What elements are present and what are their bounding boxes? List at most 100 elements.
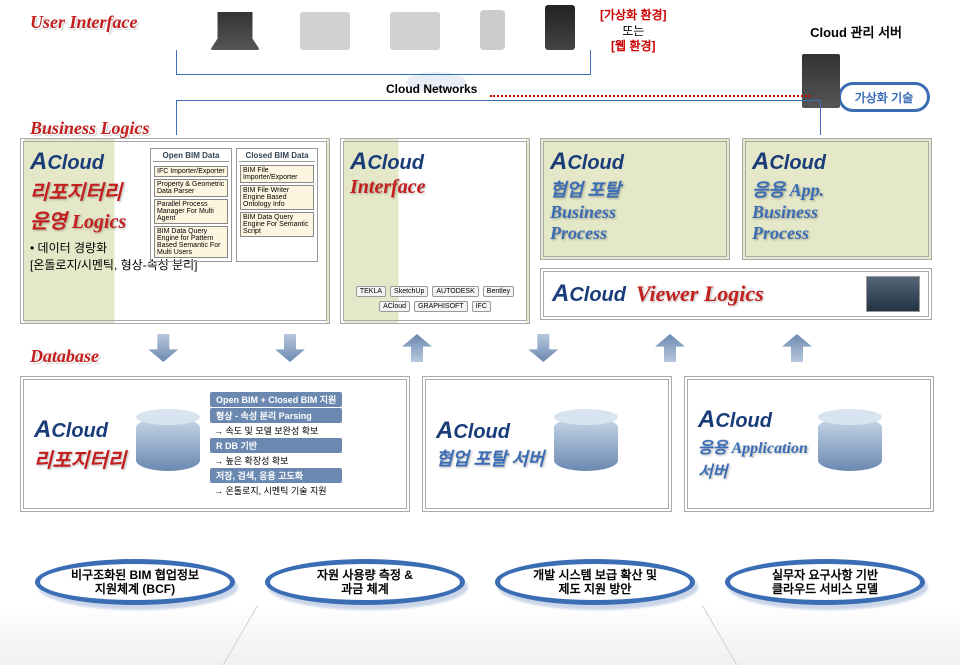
db-collab-title: 협업 포탈 서버	[436, 445, 544, 471]
biz-right-column: ACloud 협업 포탈 Business Process ACloud 응용 …	[540, 138, 932, 324]
open-bim-head: Open BIM Data	[153, 151, 229, 162]
oval-billing: 자원 사용량 측정 & 과금 체계	[265, 559, 465, 605]
acloud-logo: ACloud	[350, 148, 520, 176]
logo-text: Cloud	[453, 421, 510, 443]
laptop-icon	[210, 12, 260, 50]
bim-data-columns: Open BIM Data IFC Importer/Exporter Prop…	[150, 148, 320, 262]
db-app-title-1: 응용 Application	[698, 434, 808, 458]
oval-bcf: 비구조화된 BIM 협업정보 지원체계 (BCF)	[35, 559, 235, 605]
arrow-down-icon	[275, 334, 305, 362]
business-logics-row: ACloud 리포지터리 운영 Logics • 데이터 경량화 [온돌로지/시…	[20, 138, 940, 324]
database-row: ACloud 리포지터리 Open BIM + Closed BIM 지원 형상…	[20, 376, 940, 512]
partner-2: AUTODESK	[432, 286, 478, 297]
acloud-logo: ACloud	[752, 148, 922, 176]
arrow-up-icon	[655, 334, 685, 362]
open-item-1: Property & Geometric Data Parser	[154, 179, 228, 197]
db-repo-features: Open BIM + Closed BIM 지원 형상 - 속성 분리 Pars…	[210, 392, 342, 497]
arrow-down-icon	[528, 334, 558, 362]
open-item-2: Parallel Process Manager For Multi Agent	[154, 199, 228, 224]
logo-text: Cloud	[51, 420, 108, 442]
acloud-logo: ACloud	[34, 416, 126, 444]
biz-connection-line	[176, 100, 821, 135]
section-db-label: Database	[30, 346, 99, 367]
logo-text: Cloud	[715, 410, 772, 432]
env-web: [웹 환경]	[611, 39, 655, 53]
section-biz-label: Business Logics	[30, 118, 150, 139]
arrow-up-icon	[782, 334, 812, 362]
partner-6: IFC	[472, 301, 491, 312]
env-virtual: [가상화 환경]	[600, 8, 667, 22]
db-app-title-2: 서버	[698, 458, 808, 482]
environment-label: [가상화 환경] 또는 [웹 환경]	[600, 8, 667, 55]
viewer-thumbnail-icon	[866, 276, 920, 312]
env-or: 또는	[622, 24, 644, 38]
database-cylinder-icon	[554, 417, 618, 471]
floor-perspective	[0, 605, 960, 665]
viewer-title: Viewer Logics	[636, 281, 764, 307]
card-repo-logics: ACloud 리포지터리 운영 Logics • 데이터 경량화 [온돌로지/시…	[20, 138, 330, 324]
arrow-up-icon	[402, 334, 432, 362]
db-card-app: ACloud 응용 Application 서버	[684, 376, 934, 512]
partner-0: TEKLA	[356, 286, 386, 297]
pda-icon	[480, 10, 505, 50]
cloud-networks-label: Cloud Networks	[386, 82, 477, 96]
db-card-repository: ACloud 리포지터리 Open BIM + Closed BIM 지원 형상…	[20, 376, 410, 512]
device-connection-line	[176, 50, 591, 75]
db-card-collab: ACloud 협업 포탈 서버	[422, 376, 672, 512]
database-cylinder-icon	[818, 417, 882, 471]
card-collab-portal: ACloud 협업 포탈 Business Process	[540, 138, 730, 260]
acloud-logo: ACloud	[436, 417, 544, 445]
db-repo-title: 리포지터리	[34, 444, 126, 473]
bottom-ovals-row: 비구조화된 BIM 협업정보 지원체계 (BCF) 자원 사용량 측정 & 과금…	[20, 559, 940, 605]
logo-text: Cloud	[569, 284, 626, 306]
app-title-3: Process	[752, 223, 922, 244]
acloud-logo: ACloud	[698, 406, 808, 434]
partner-5: GRAPHISOFT	[414, 301, 468, 312]
oval-policy: 개발 시스템 보급 확산 및 제도 지원 방안	[495, 559, 695, 605]
logo-text: Cloud	[567, 152, 624, 174]
tower-icon	[545, 5, 575, 50]
card-viewer-logics: ACloud Viewer Logics	[540, 268, 932, 320]
oval-service-model: 실무자 요구사항 기반 클라우드 서비스 모델	[725, 559, 925, 605]
app-title-2: Business	[752, 202, 922, 223]
partner-1: SketchUp	[390, 286, 428, 297]
open-item-0: IFC Importer/Exporter	[154, 166, 228, 177]
card-interface: ACloud Interface TEKLA SketchUp AUTODESK…	[340, 138, 530, 324]
db-arrow-0: → 속도 및 모델 보완성 확보	[210, 424, 342, 437]
closed-item-1: BIM File Writer Engine Based Ontology In…	[240, 185, 314, 210]
logo-text: Cloud	[47, 152, 104, 174]
closed-bim-head: Closed BIM Data	[239, 151, 315, 162]
closed-item-0: BIM File Importer/Exporter	[240, 165, 314, 183]
acloud-logo: ACloud	[552, 280, 626, 308]
monitor-icon	[390, 12, 440, 50]
collab-title-3: Process	[550, 223, 720, 244]
logo-text: Cloud	[367, 152, 424, 174]
cloud-mgmt-label: Cloud 관리 서버	[810, 22, 902, 41]
arrow-down-icon	[148, 334, 178, 362]
dotted-connection	[490, 95, 810, 97]
db-arrow-2: → 온톨로지, 시멘틱 기술 지원	[210, 484, 342, 497]
closed-bim-col: Closed BIM Data BIM File Importer/Export…	[236, 148, 318, 262]
db-pill-1: 형상 - 속성 분리 Parsing	[210, 408, 342, 423]
open-bim-col: Open BIM Data IFC Importer/Exporter Prop…	[150, 148, 232, 262]
partner-3: Bentley	[483, 286, 514, 297]
acloud-logo: ACloud	[550, 148, 720, 176]
arrow-row	[100, 334, 860, 362]
card-app-process: ACloud 응용 App. Business Process	[742, 138, 932, 260]
section-ui-label: User Interface	[30, 12, 137, 33]
virtualization-tech-pill: 가상화 기술	[838, 82, 930, 112]
app-title-1: 응용 App.	[752, 176, 922, 202]
collab-title-1: 협업 포탈	[550, 176, 720, 202]
partner-logos: TEKLA SketchUp AUTODESK Bentley ACloud G…	[352, 286, 518, 312]
device-row	[210, 5, 575, 50]
interface-title: Interface	[350, 176, 520, 199]
logo-text: Cloud	[769, 152, 826, 174]
database-cylinder-icon	[136, 417, 200, 471]
collab-title-2: Business	[550, 202, 720, 223]
db-arrow-1: → 높은 확장성 확보	[210, 454, 342, 467]
open-item-3: BIM Data Query Engine for Pattern Based …	[154, 226, 228, 258]
closed-item-2: BIM Data Query Engine For Semantic Scrip…	[240, 212, 314, 237]
db-pill-3: 저장, 검색, 응용 고도화	[210, 468, 342, 483]
desktop-icon	[300, 12, 350, 50]
db-pill-0: Open BIM + Closed BIM 지원	[210, 392, 342, 407]
